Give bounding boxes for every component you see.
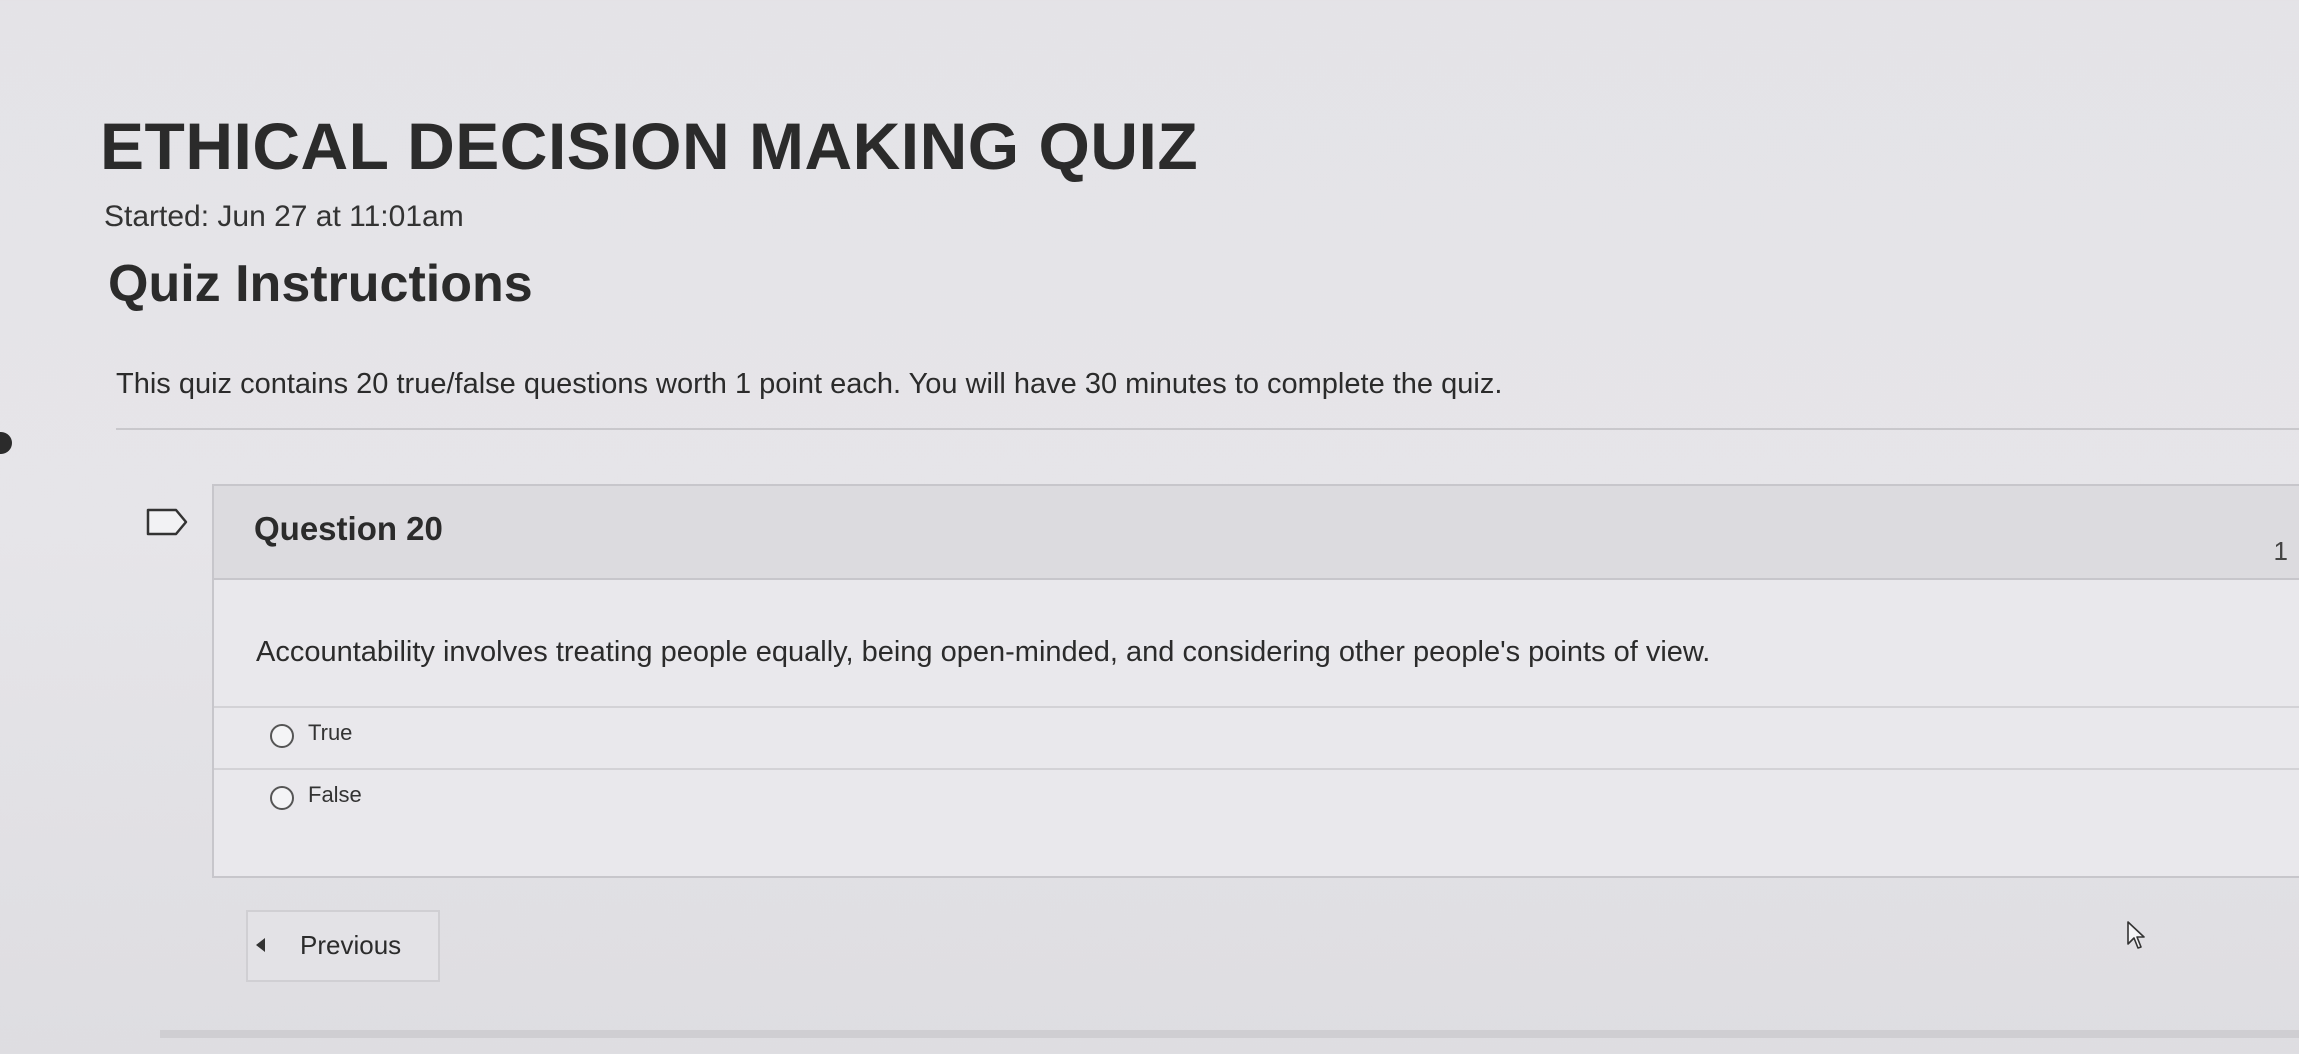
question-text: Accountability involves treating people … xyxy=(256,636,1711,668)
started-timestamp: Started: Jun 27 at 11:01am xyxy=(104,200,464,233)
mouse-pointer-icon xyxy=(2127,921,2145,949)
radio-false[interactable] xyxy=(270,786,294,810)
flag-question-icon[interactable] xyxy=(146,508,188,536)
bottom-edge xyxy=(160,1030,2299,1038)
answer-option-true[interactable]: True xyxy=(214,706,2299,766)
answer-label-true[interactable]: True xyxy=(308,720,352,746)
question-card: Question 20 1 Accountability involves tr… xyxy=(212,484,2299,878)
answer-option-false[interactable]: False xyxy=(214,768,2299,828)
question-header: Question 20 1 xyxy=(214,486,2299,580)
chevron-left-icon xyxy=(256,938,265,952)
radio-true[interactable] xyxy=(270,724,294,748)
question-number: Question 20 xyxy=(254,510,443,547)
page-title: ETHICAL DECISION MAKING QUIZ xyxy=(100,109,1199,183)
previous-button[interactable]: Previous xyxy=(246,910,440,982)
question-points: 1 xyxy=(2273,536,2288,566)
edge-marker xyxy=(0,432,12,454)
previous-button-label: Previous xyxy=(300,930,402,960)
answer-label-false[interactable]: False xyxy=(308,782,362,808)
instructions-text: This quiz contains 20 true/false questio… xyxy=(116,368,1503,400)
instructions-divider xyxy=(116,428,2299,430)
instructions-heading: Quiz Instructions xyxy=(108,255,533,313)
